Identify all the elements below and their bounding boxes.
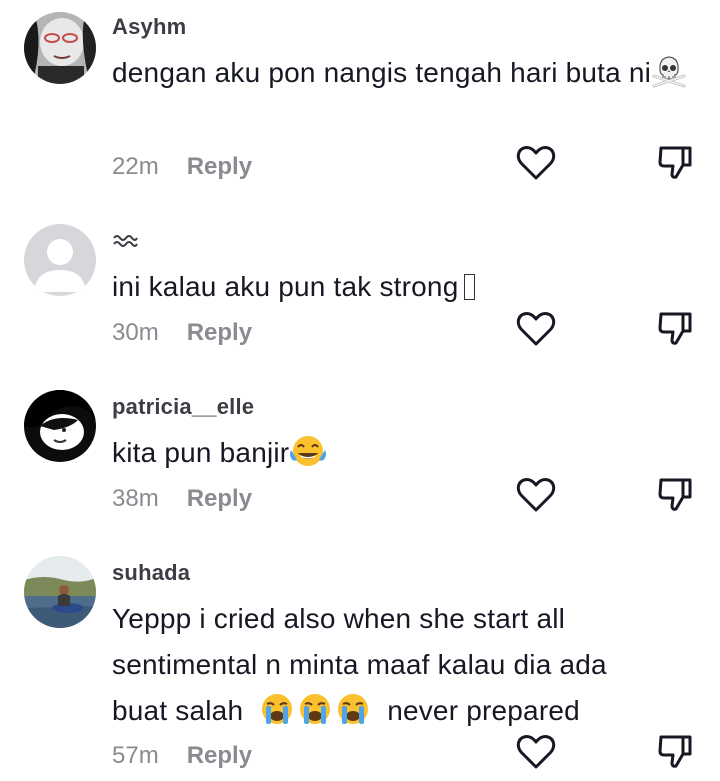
thumbs-down-outline-icon <box>658 478 692 511</box>
like-button[interactable] <box>515 308 557 350</box>
comment-text-body: ini kalau aku pun tak strong <box>112 271 459 302</box>
avatar[interactable] <box>24 390 96 462</box>
thumbs-down-outline-icon <box>658 735 692 768</box>
comment-text: Yeppp i cried also when she start all se… <box>112 596 692 740</box>
dislike-button[interactable] <box>654 474 696 516</box>
username[interactable]: suhada <box>112 560 190 586</box>
heart-outline-icon <box>516 478 556 512</box>
comment-text-line: buat salah never prepared <box>112 688 692 740</box>
reply-button[interactable]: Reply <box>187 153 252 181</box>
thumbs-down-outline-icon <box>658 312 692 345</box>
dislike-button[interactable] <box>654 308 696 350</box>
comment-time: 22m <box>112 153 159 180</box>
username[interactable]: patricia__elle <box>112 394 254 420</box>
avatar-image <box>24 12 96 84</box>
comment-meta: 22m Reply <box>112 153 252 181</box>
reply-button[interactable]: Reply <box>187 485 252 513</box>
like-button[interactable] <box>515 474 557 516</box>
wave-glyph-icon <box>113 235 138 247</box>
reply-button[interactable]: Reply <box>187 319 252 347</box>
comment-text-body: kita pun banjir <box>112 437 290 468</box>
username[interactable]: Asyhm <box>112 14 186 40</box>
comment-time: 57m <box>112 742 159 769</box>
avatar[interactable] <box>24 556 96 628</box>
avatar[interactable] <box>24 12 96 84</box>
skull-and-crossbones-emoji-icon <box>651 54 687 102</box>
default-avatar-icon <box>24 224 96 296</box>
comment-text-line: Yeppp i cried also when she start all <box>112 603 566 634</box>
comment-text: ini kalau aku pun tak strong <box>112 264 692 310</box>
like-button[interactable] <box>515 142 557 184</box>
comment-text-body: never prepared <box>387 695 580 726</box>
comment-meta: 38m Reply <box>112 485 252 513</box>
heart-outline-icon <box>516 146 556 180</box>
loudly-crying-face-emoji-icon <box>297 692 333 740</box>
comment-meta: 57m Reply <box>112 742 252 770</box>
comment-text: kita pun banjir <box>112 430 692 482</box>
heart-outline-icon <box>516 735 556 769</box>
tears-of-joy-emoji-icon <box>289 434 327 482</box>
avatar-image <box>24 556 96 628</box>
reply-button[interactable]: Reply <box>187 742 252 770</box>
comment-text-line: sentimental n minta maaf kalau dia ada <box>112 649 607 680</box>
comment-text-body: dengan aku pon nangis tengah hari buta n… <box>112 57 652 88</box>
loudly-crying-face-emoji-icon <box>335 692 371 740</box>
thumbs-down-outline-icon <box>658 146 692 179</box>
dislike-button[interactable] <box>654 731 696 773</box>
comment-text-body: buat salah <box>112 695 244 726</box>
username[interactable]: 〰 <box>112 228 138 254</box>
like-button[interactable] <box>515 731 557 773</box>
comment-meta: 30m Reply <box>112 319 252 347</box>
dislike-button[interactable] <box>654 142 696 184</box>
avatar[interactable] <box>24 224 96 296</box>
avatar-image <box>24 390 96 462</box>
comment-text: dengan aku pon nangis tengah hari buta n… <box>112 50 692 102</box>
loudly-crying-face-emoji-icon <box>259 692 295 740</box>
heart-outline-icon <box>516 312 556 346</box>
missing-glyph-icon <box>464 274 476 300</box>
comment-time: 38m <box>112 485 159 512</box>
comment-time: 30m <box>112 319 159 346</box>
